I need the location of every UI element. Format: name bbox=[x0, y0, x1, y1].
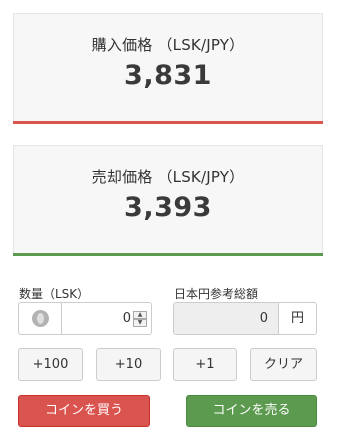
sell-price-bar bbox=[13, 253, 323, 256]
sell-price-label: 売却価格 （LSK/JPY） bbox=[91, 168, 245, 186]
stepper-down-icon[interactable]: ▼ bbox=[133, 318, 147, 327]
quantity-input[interactable] bbox=[62, 303, 133, 334]
quantity-stepper[interactable]: ▲ ▼ bbox=[133, 303, 147, 334]
buy-price-card: 購入価格 （LSK/JPY） 3,831 bbox=[13, 13, 323, 124]
sell-price-card: 売却価格 （LSK/JPY） 3,393 bbox=[13, 145, 323, 256]
quantity-addon bbox=[19, 303, 62, 334]
add-100-button[interactable]: +100 bbox=[18, 348, 83, 381]
buy-price-value: 3,831 bbox=[124, 60, 212, 91]
quantity-label: 数量（LSK） bbox=[19, 287, 90, 301]
sell-coin-button[interactable]: コインを売る bbox=[186, 395, 317, 427]
coin-icon bbox=[31, 310, 49, 327]
stepper-up-icon[interactable]: ▲ bbox=[133, 310, 147, 319]
jpy-total-label: 日本円参考総額 bbox=[174, 287, 259, 301]
add-10-button[interactable]: +10 bbox=[96, 348, 161, 381]
jpy-unit: 円 bbox=[278, 303, 316, 334]
sell-price-value: 3,393 bbox=[124, 192, 212, 223]
buy-coin-button[interactable]: コインを買う bbox=[18, 395, 150, 427]
clear-button[interactable]: クリア bbox=[250, 348, 317, 381]
buy-price-label: 購入価格 （LSK/JPY） bbox=[91, 36, 245, 54]
add-1-button[interactable]: +1 bbox=[173, 348, 237, 381]
buy-price-bar bbox=[13, 121, 323, 124]
jpy-total-field: 0 円 bbox=[173, 302, 317, 335]
quantity-field: ▲ ▼ bbox=[18, 302, 152, 335]
jpy-total-value: 0 bbox=[174, 303, 278, 334]
